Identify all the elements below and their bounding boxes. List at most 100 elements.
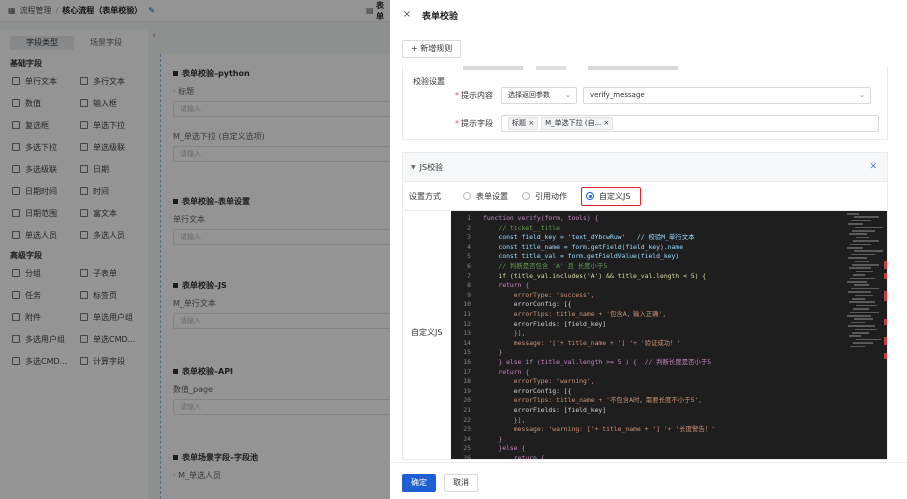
line-number: 7 bbox=[467, 271, 471, 280]
line-number: 10 bbox=[463, 300, 471, 309]
line-number: 11 bbox=[463, 310, 471, 318]
line-number: 22 bbox=[463, 415, 471, 424]
hint-content-row: * 提示内容 选择返回参数 ⌄ verify_message ⌄ bbox=[455, 86, 871, 104]
code-line: 3 const field_key = 'text_dYbcwRuw' // 校… bbox=[451, 233, 887, 243]
line-number: 19 bbox=[463, 386, 471, 395]
code-text: const field_key = 'text_dYbcwRuw' // 校验M… bbox=[483, 233, 695, 242]
hint-content-value-select[interactable]: verify_message ⌄ bbox=[583, 86, 871, 104]
scroll-marker bbox=[884, 337, 887, 345]
line-number: 20 bbox=[463, 396, 471, 405]
code-line: 16 } else if (title_val.length >= 5 ) { … bbox=[451, 358, 887, 368]
chevron-down-icon: ⌄ bbox=[565, 90, 571, 99]
line-number: 6 bbox=[467, 262, 471, 270]
line-number: 1 bbox=[467, 214, 471, 222]
scroll-marker bbox=[884, 261, 887, 269]
hint-content-label: 提示内容 bbox=[461, 90, 493, 100]
line-number: 13 bbox=[463, 329, 471, 338]
radio-custom-js[interactable]: 自定义JS bbox=[581, 186, 642, 206]
tag-close-icon[interactable]: × bbox=[604, 119, 610, 127]
line-number: 21 bbox=[463, 406, 471, 414]
modal-mask[interactable] bbox=[0, 0, 390, 499]
code-text: // 判断是否包含 'A' 且 长度小于5 bbox=[483, 262, 608, 270]
radio-circle-icon bbox=[463, 192, 471, 200]
hint-content-type-select[interactable]: 选择返回参数 ⌄ bbox=[501, 86, 577, 104]
code-text: }else { bbox=[483, 444, 526, 453]
code-line: 12 errorFields: [field_key] bbox=[451, 320, 887, 330]
add-rule-button[interactable]: + 新增规则 bbox=[402, 40, 462, 58]
code-line: 17 return { bbox=[451, 368, 887, 378]
code-text: errorConfig: [{ bbox=[483, 386, 572, 395]
code-line: 20 errorTips: title_name + '不包含A时，需要长度不小… bbox=[451, 396, 887, 406]
drawer-footer: 确定 取消 bbox=[390, 462, 907, 499]
caret-down-icon[interactable]: ▼ bbox=[411, 164, 416, 171]
js-section-title: JS校验 bbox=[419, 162, 444, 172]
required-mark: * bbox=[455, 118, 459, 128]
remove-rule-icon[interactable]: ✕ bbox=[869, 162, 877, 172]
code-line: 7 if (title_val.includes('A') && title_v… bbox=[451, 272, 887, 282]
code-text: // ticket__title bbox=[483, 223, 560, 232]
code-line: 19 errorConfig: [{ bbox=[451, 387, 887, 397]
code-text: errorTips: title_name + '包含A，输入正确', bbox=[483, 310, 667, 318]
code-text: errorType: 'success', bbox=[483, 290, 595, 299]
scroll-marker bbox=[884, 319, 887, 325]
code-line: 15 } bbox=[451, 348, 887, 358]
code-line: 22 }], bbox=[451, 416, 887, 426]
code-line: 26 return { bbox=[451, 454, 887, 460]
hint-field-multiselect[interactable]: 标题 × M_单选下拉 (自... × bbox=[501, 114, 879, 132]
code-line: 11 errorTips: title_name + '包含A，输入正确', bbox=[451, 310, 887, 320]
line-number: 18 bbox=[463, 377, 471, 386]
line-number: 8 bbox=[467, 281, 471, 290]
code-text: return { bbox=[483, 454, 545, 460]
drawer-header: × 表单校验 bbox=[390, 0, 907, 30]
code-text: function verify(form, tools) { bbox=[483, 214, 599, 222]
custom-js-body: 自定义JS 1 function verify(form, tools) {2 /… bbox=[403, 211, 887, 460]
radio-form-settings[interactable]: 表单设置 bbox=[463, 191, 508, 202]
close-icon[interactable]: × bbox=[402, 10, 412, 20]
code-text: errorType: 'warning', bbox=[483, 377, 595, 386]
mode-row: 设置方式 表单设置 引用动作 自定义JS bbox=[403, 182, 887, 211]
code-line: 5 const title_val = form.getFieldValue(f… bbox=[451, 252, 887, 262]
validation-drawer: × 表单校验 + 新增规则 校验设置 * 提示内容 选择返回参数 ⌄ verif… bbox=[390, 0, 907, 499]
code-line: 25 }else { bbox=[451, 444, 887, 454]
scroll-marker bbox=[884, 291, 887, 301]
tag-close-icon[interactable]: × bbox=[528, 119, 534, 127]
code-line: 24 } bbox=[451, 435, 887, 445]
code-text: message: 'warning: ['+ title_name + '] '… bbox=[483, 425, 716, 434]
code-line: 6 // 判断是否包含 'A' 且 长度小于5 bbox=[451, 262, 887, 272]
line-number: 24 bbox=[463, 434, 471, 443]
validate-settings-label: 校验设置 bbox=[413, 77, 445, 86]
radio-reference-action[interactable]: 引用动作 bbox=[522, 191, 567, 202]
line-number: 15 bbox=[463, 348, 471, 357]
line-number: 26 bbox=[463, 454, 471, 460]
line-number: 5 bbox=[467, 252, 471, 261]
code-text: errorConfig: [{ bbox=[483, 300, 572, 309]
field-tag: M_单选下拉 (自... × bbox=[541, 116, 614, 130]
js-validation-card: ▼ JS校验 ✕ 设置方式 表单设置 引用动作 自定义JS 自定义JS 1 fun… bbox=[402, 152, 888, 460]
line-number: 12 bbox=[463, 319, 471, 328]
custom-js-label: 自定义JS bbox=[411, 328, 443, 337]
scroll-marker bbox=[884, 353, 887, 359]
line-number: 16 bbox=[463, 358, 471, 366]
code-text: }], bbox=[483, 415, 526, 424]
required-mark: * bbox=[455, 90, 459, 100]
code-line: 13 }], bbox=[451, 329, 887, 339]
code-text: message: '['+ title_name + '] '+ '验证成功！' bbox=[483, 338, 681, 347]
confirm-button[interactable]: 确定 bbox=[402, 474, 436, 492]
hint-field-label: 提示字段 bbox=[461, 118, 493, 128]
code-editor[interactable]: 1 function verify(form, tools) {2 // tick… bbox=[451, 211, 887, 460]
clipped-row bbox=[463, 66, 883, 70]
code-text: return { bbox=[483, 281, 530, 290]
js-section-header[interactable]: ▼ JS校验 ✕ bbox=[403, 153, 887, 182]
chevron-down-icon: ⌄ bbox=[859, 90, 865, 99]
line-number: 14 bbox=[463, 338, 471, 347]
code-text: errorFields: [field_key] bbox=[483, 319, 607, 328]
code-text: errorFields: [field_key] bbox=[483, 406, 607, 414]
mode-label: 设置方式 bbox=[409, 191, 441, 201]
code-line: 1 function verify(form, tools) { bbox=[451, 214, 887, 224]
cancel-button[interactable]: 取消 bbox=[444, 474, 478, 492]
code-line: 23 message: 'warning: ['+ title_name + '… bbox=[451, 425, 887, 435]
field-tag: 标题 × bbox=[508, 116, 539, 130]
code-line: 9 errorType: 'success', bbox=[451, 291, 887, 301]
code-text: } bbox=[483, 434, 503, 443]
code-line: 18 errorType: 'warning', bbox=[451, 377, 887, 387]
